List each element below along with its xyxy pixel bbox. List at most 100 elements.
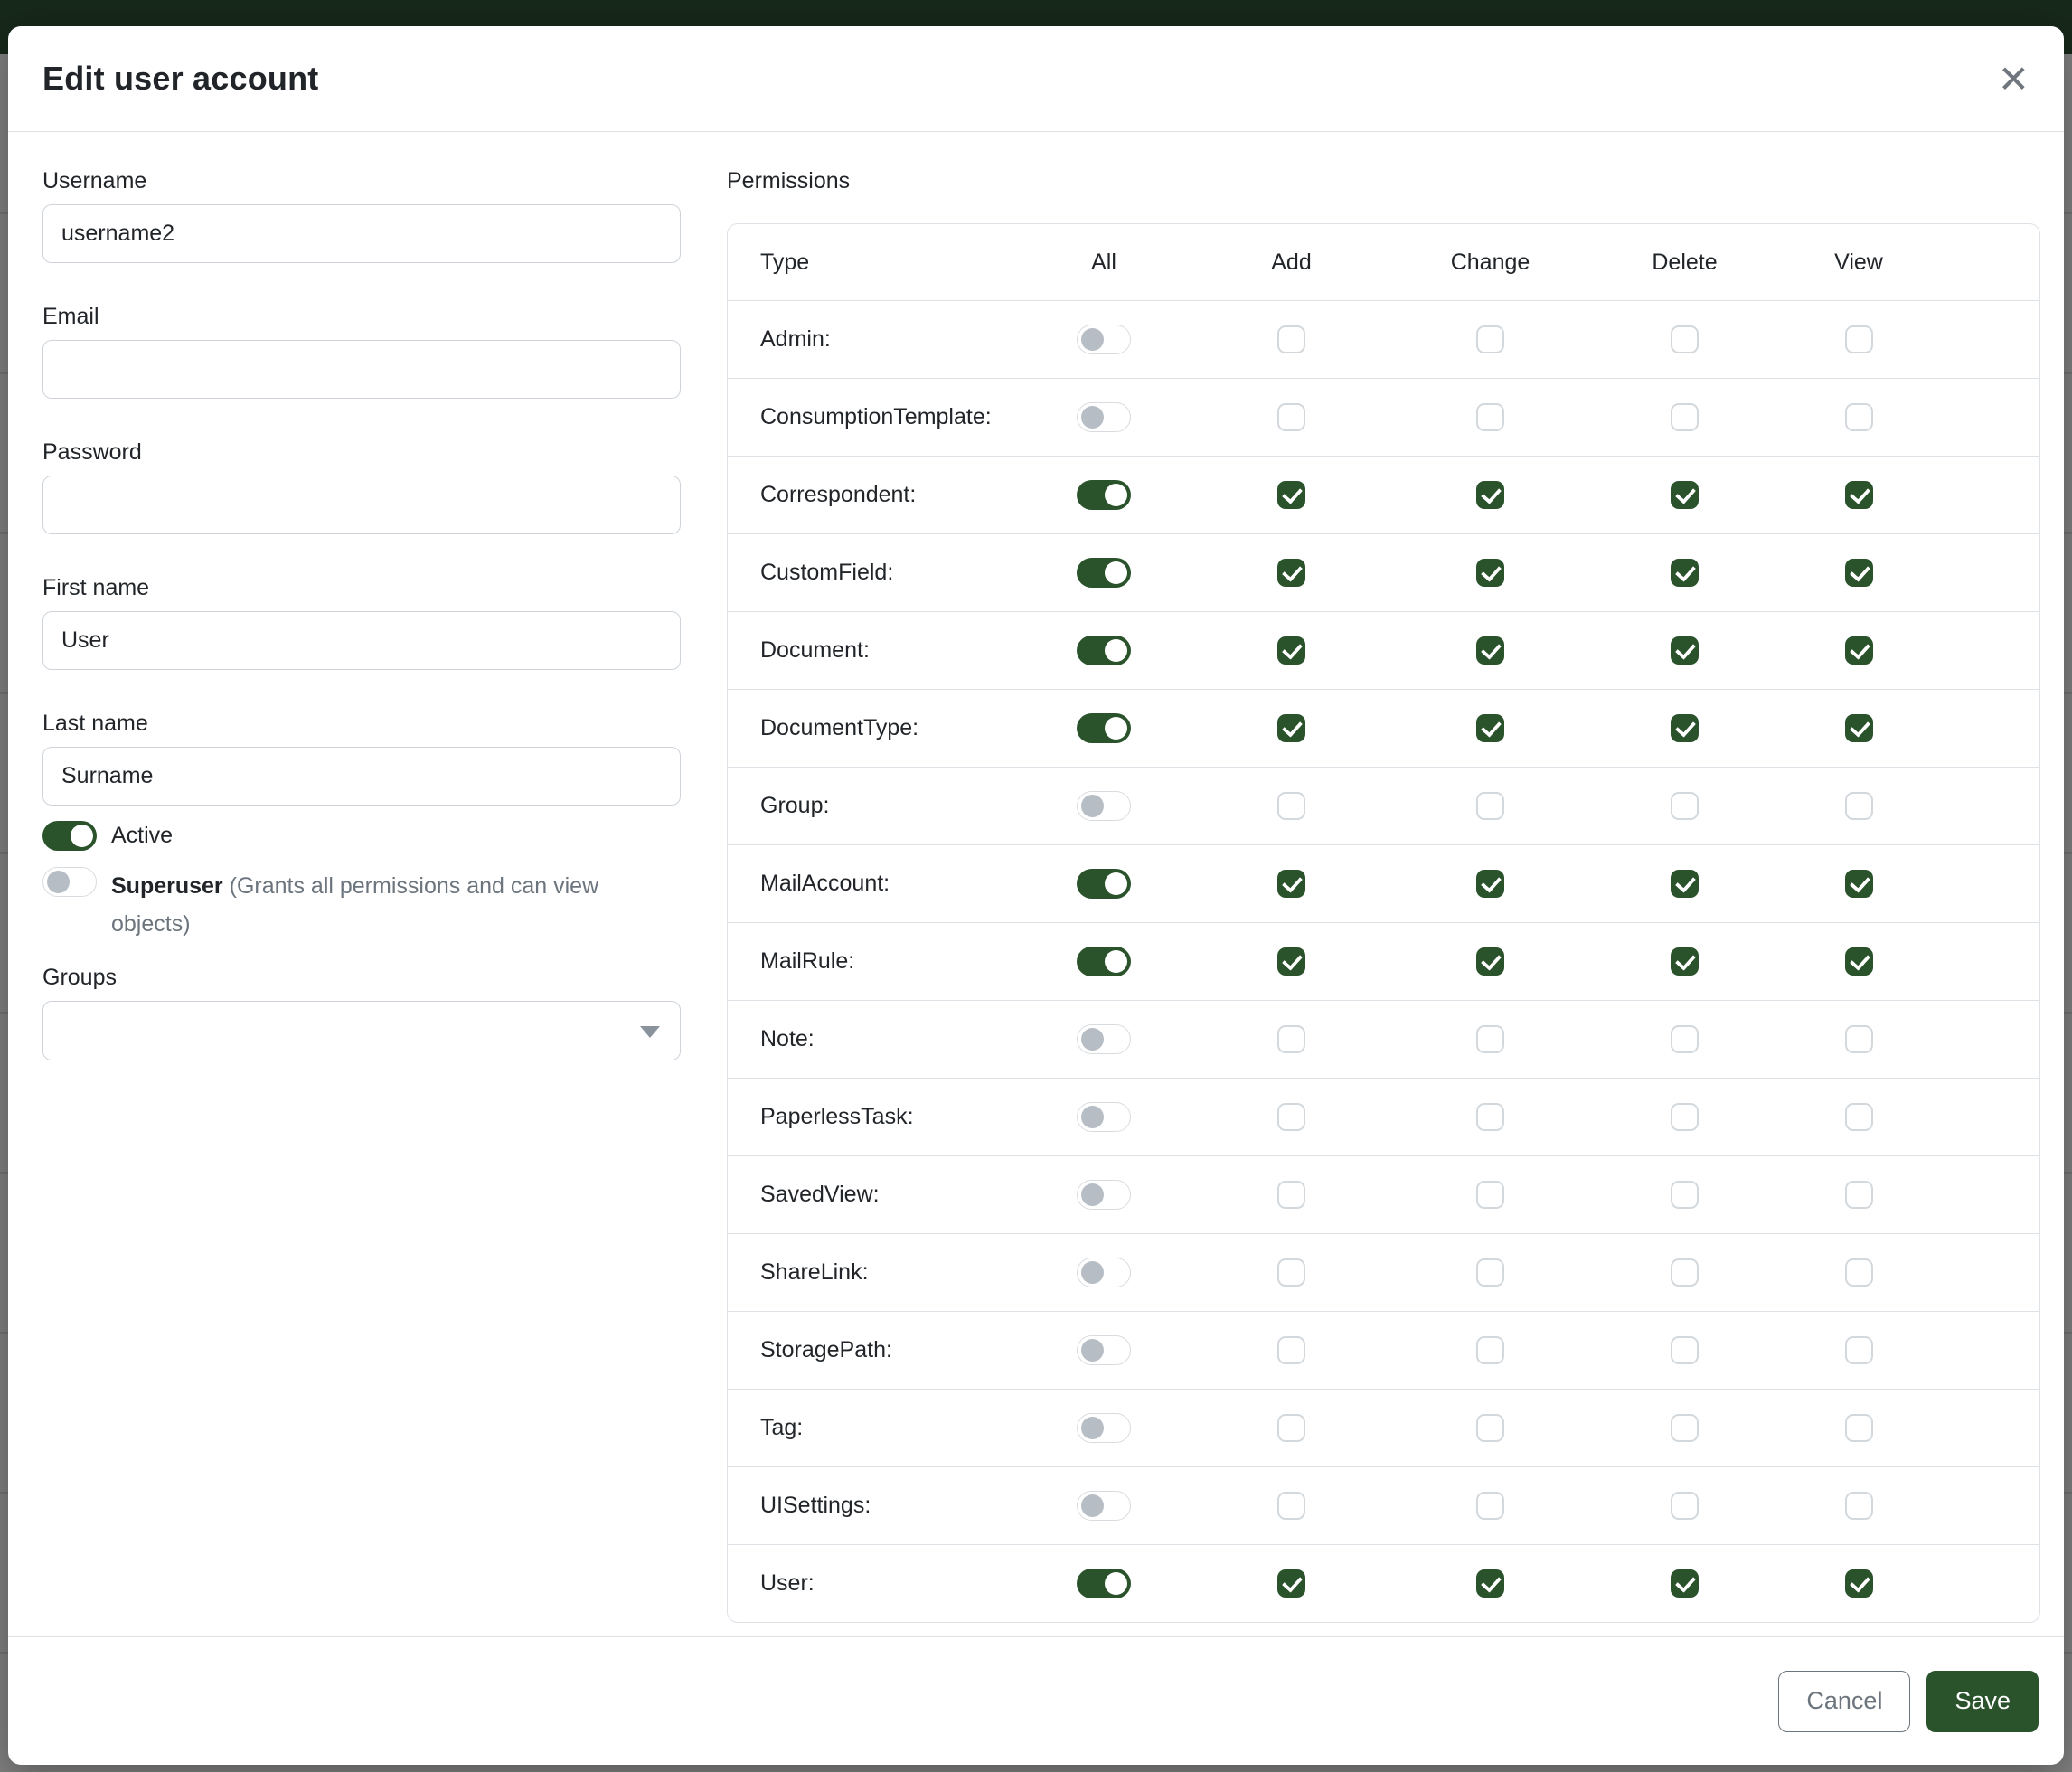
paperlesstask-add-checkbox[interactable] [1277,1103,1305,1131]
correspondent-change-checkbox[interactable] [1476,481,1504,509]
documenttype-view-checkbox[interactable] [1845,714,1873,742]
documenttype-all-toggle[interactable] [1077,713,1131,743]
tag-view-checkbox[interactable] [1845,1414,1873,1442]
sharelink-change-checkbox[interactable] [1476,1258,1504,1287]
storagepath-delete-checkbox[interactable] [1671,1336,1699,1364]
document-view-checkbox[interactable] [1845,636,1873,664]
note-all-toggle[interactable] [1077,1024,1131,1054]
mailaccount-add-checkbox[interactable] [1277,870,1305,898]
admin-all-toggle[interactable] [1077,325,1131,354]
paperlesstask-delete-checkbox[interactable] [1671,1103,1699,1131]
storagepath-add-checkbox[interactable] [1277,1336,1305,1364]
tag-add-checkbox[interactable] [1277,1414,1305,1442]
consumptiontemplate-view-checkbox[interactable] [1845,403,1873,431]
storagepath-view-checkbox[interactable] [1845,1336,1873,1364]
consumptiontemplate-change-checkbox[interactable] [1476,403,1504,431]
mailrule-view-checkbox[interactable] [1845,947,1873,976]
user-delete-checkbox[interactable] [1671,1569,1699,1598]
uisettings-change-checkbox[interactable] [1476,1492,1504,1520]
admin-add-checkbox[interactable] [1277,325,1305,353]
document-delete-checkbox[interactable] [1671,636,1699,664]
tag-all-toggle[interactable] [1077,1413,1131,1443]
uisettings-view-checkbox[interactable] [1845,1492,1873,1520]
group-all-toggle[interactable] [1077,791,1131,821]
email-field[interactable] [42,340,681,399]
password-field[interactable] [42,476,681,534]
user-all-toggle[interactable] [1077,1569,1131,1598]
note-view-checkbox[interactable] [1845,1025,1873,1053]
consumptiontemplate-add-checkbox[interactable] [1277,403,1305,431]
customfield-change-checkbox[interactable] [1476,559,1504,587]
consumptiontemplate-delete-checkbox[interactable] [1671,403,1699,431]
storagepath-all-toggle[interactable] [1077,1335,1131,1365]
mailrule-add-checkbox[interactable] [1277,947,1305,976]
consumptiontemplate-all-toggle[interactable] [1077,402,1131,432]
documenttype-delete-checkbox[interactable] [1671,714,1699,742]
savedview-view-checkbox[interactable] [1845,1181,1873,1209]
note-delete-checkbox[interactable] [1671,1025,1699,1053]
uisettings-delete-checkbox[interactable] [1671,1492,1699,1520]
superuser-toggle[interactable] [42,867,97,897]
documenttype-add-checkbox[interactable] [1277,714,1305,742]
group-add-checkbox[interactable] [1277,792,1305,820]
group-view-checkbox[interactable] [1845,792,1873,820]
customfield-view-checkbox[interactable] [1845,559,1873,587]
customfield-add-checkbox[interactable] [1277,559,1305,587]
storagepath-change-checkbox[interactable] [1476,1336,1504,1364]
paperlesstask-view-checkbox[interactable] [1845,1103,1873,1131]
modal-title: Edit user account [42,60,318,98]
correspondent-all-toggle[interactable] [1077,480,1131,510]
cancel-button[interactable]: Cancel [1778,1671,1910,1732]
admin-delete-checkbox[interactable] [1671,325,1699,353]
tag-change-checkbox[interactable] [1476,1414,1504,1442]
admin-view-checkbox[interactable] [1845,325,1873,353]
first-name-field[interactable] [42,611,681,670]
sharelink-view-checkbox[interactable] [1845,1258,1873,1287]
last-name-field[interactable] [42,747,681,806]
username-input[interactable] [42,204,681,263]
mailrule-delete-checkbox[interactable] [1671,947,1699,976]
group-delete-checkbox[interactable] [1671,792,1699,820]
document-add-checkbox[interactable] [1277,636,1305,664]
tag-delete-checkbox[interactable] [1671,1414,1699,1442]
correspondent-view-checkbox[interactable] [1845,481,1873,509]
save-button[interactable]: Save [1926,1671,2039,1732]
document-all-toggle[interactable] [1077,636,1131,665]
user-add-checkbox[interactable] [1277,1569,1305,1598]
sharelink-add-checkbox[interactable] [1277,1258,1305,1287]
document-change-checkbox[interactable] [1476,636,1504,664]
mailaccount-all-toggle[interactable] [1077,869,1131,899]
correspondent-add-checkbox[interactable] [1277,481,1305,509]
admin-change-checkbox[interactable] [1476,325,1504,353]
active-toggle[interactable] [42,821,97,851]
savedview-all-toggle[interactable] [1077,1180,1131,1210]
sharelink-all-toggle[interactable] [1077,1258,1131,1287]
last-name-label: Last name [42,711,681,737]
permissions-label: Permissions [727,168,2040,194]
note-add-checkbox[interactable] [1277,1025,1305,1053]
uisettings-add-checkbox[interactable] [1277,1492,1305,1520]
paperlesstask-all-toggle[interactable] [1077,1102,1131,1132]
savedview-delete-checkbox[interactable] [1671,1181,1699,1209]
mailaccount-delete-checkbox[interactable] [1671,870,1699,898]
mailrule-all-toggle[interactable] [1077,947,1131,976]
uisettings-all-toggle[interactable] [1077,1491,1131,1521]
savedview-change-checkbox[interactable] [1476,1181,1504,1209]
paperlesstask-change-checkbox[interactable] [1476,1103,1504,1131]
group-change-checkbox[interactable] [1476,792,1504,820]
correspondent-delete-checkbox[interactable] [1671,481,1699,509]
groups-select[interactable] [42,1001,681,1060]
customfield-all-toggle[interactable] [1077,558,1131,588]
mailrule-change-checkbox[interactable] [1476,947,1504,976]
close-icon[interactable]: ✕ [1998,61,2030,99]
mailaccount-view-checkbox[interactable] [1845,870,1873,898]
user-change-checkbox[interactable] [1476,1569,1504,1598]
customfield-delete-checkbox[interactable] [1671,559,1699,587]
user-view-checkbox[interactable] [1845,1569,1873,1598]
permissions-rows: Admin:ConsumptionTemplate:Correspondent:… [728,300,2039,1622]
mailaccount-change-checkbox[interactable] [1476,870,1504,898]
documenttype-change-checkbox[interactable] [1476,714,1504,742]
savedview-add-checkbox[interactable] [1277,1181,1305,1209]
sharelink-delete-checkbox[interactable] [1671,1258,1699,1287]
note-change-checkbox[interactable] [1476,1025,1504,1053]
